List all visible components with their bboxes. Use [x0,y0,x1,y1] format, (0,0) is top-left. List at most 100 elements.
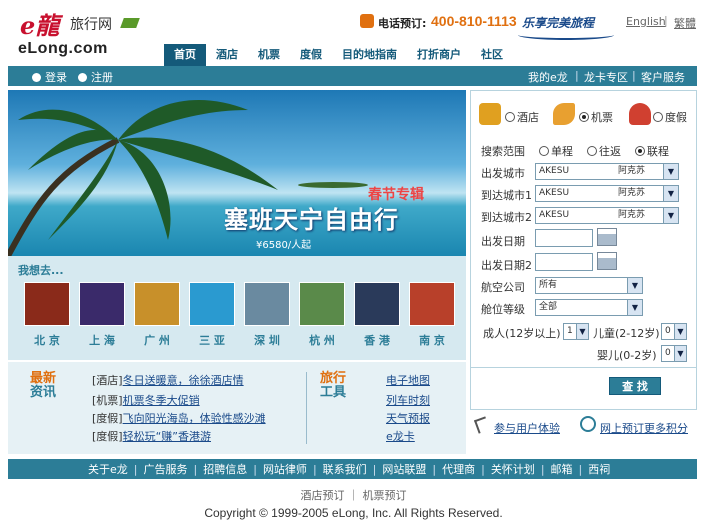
nav-flight[interactable]: 机票 [248,44,290,66]
chevron-down-icon: ▼ [627,278,642,293]
footer-bar: 关于e龙 | 广告服务 | 招聘信息 | 网站律师 | 联系我们 | 网站联盟 | 代理商 | 关怀计划 | 邮… [8,459,697,479]
tab-flight[interactable]: 机票 [579,109,613,125]
footer-divider: | [540,462,545,476]
destination-thumb[interactable] [299,282,345,326]
child-label: 儿童(2-12岁) [593,327,660,340]
search-button[interactable]: 查 找 [609,377,661,395]
register-link[interactable]: 注册 [78,69,113,85]
to-city-1-label: 到达城市1 [481,189,532,202]
service-link[interactable]: 客户服务 [641,69,685,85]
destination-thumb[interactable] [189,282,235,326]
footer-divider: | [193,462,198,476]
logo-glyph[interactable]: e龍 [20,6,59,41]
tool-weather-link[interactable]: 天气预报 [386,410,430,426]
infant-label: 婴儿(0-2岁) [597,349,657,362]
to-city-1-select[interactable]: AKESU 阿克苏 ▼ [535,185,679,202]
plane-icon [553,103,575,125]
nav-discount[interactable]: 打折商户 [407,44,471,66]
calendar-icon[interactable] [597,252,617,270]
footer-divider: | [372,462,377,476]
globe-icon [580,416,596,432]
footer-link[interactable]: 网站联盟 [382,461,426,477]
footer-link[interactable]: 西祠 [588,461,610,477]
destination-label[interactable]: 深 圳 [244,332,290,348]
chevron-down-icon: ▼ [663,208,678,223]
news-item[interactable]: [机票]机票冬季大促销 [92,392,200,408]
destination-label[interactable]: 香 港 [354,332,400,348]
tools-title: 旅行 工具 [320,371,347,400]
footer-link[interactable]: 代理商 [442,461,475,477]
nav-home[interactable]: 首页 [164,44,206,66]
tab-vacation[interactable]: 度假 [653,109,687,125]
destinations-panel: 我想去... 北 京上 海广 州三 亚深 圳杭 州香 港南 京 [8,256,466,360]
destination-thumb[interactable] [24,282,70,326]
destination-thumb[interactable] [354,282,400,326]
cursor-icon [473,416,491,434]
class-label: 舱位等级 [481,303,525,316]
nav-vacation[interactable]: 度假 [290,44,332,66]
umbrella-icon [629,103,651,125]
my-elong-link[interactable]: 我的e龙 [528,69,568,85]
login-link[interactable]: 登录 [32,69,67,85]
opt-return[interactable]: 往返 [587,143,621,159]
banner-price: ¥6580/人起 [256,240,312,251]
destination-thumb[interactable] [134,282,180,326]
news-item[interactable]: [度假]飞向阳光海岛，体验性感沙滩 [92,410,266,426]
vip-link[interactable]: 龙卡专区 [584,69,628,85]
to-city-2-label: 到达城市2 [481,211,532,224]
logo-text-cn[interactable]: 旅行网 [70,14,112,34]
points-link[interactable]: 网上预订更多积分 [600,420,688,436]
footer-link[interactable]: 关于e龙 [88,461,128,477]
destination-label[interactable]: 南 京 [409,332,455,348]
adult-select[interactable]: 1 ▼ [563,323,589,340]
destination-thumb[interactable] [79,282,125,326]
footer-link[interactable]: 招聘信息 [203,461,247,477]
destination-label[interactable]: 广 州 [134,332,180,348]
opt-oneway[interactable]: 单程 [539,143,573,159]
footer-divider: | [253,462,257,476]
slogan-swoosh-icon [518,30,614,40]
promo-banner[interactable]: 春节专辑 塞班天宁自由行 ¥6580/人起 [8,90,466,256]
chevron-down-icon: ▼ [674,346,686,361]
to-city-2-select[interactable]: AKESU 阿克苏 ▼ [535,207,679,224]
nav-hotel[interactable]: 酒店 [206,44,248,66]
news-item[interactable]: [酒店]冬日送暖意，徐徐酒店情 [92,372,244,388]
from-city-select[interactable]: AKESU 阿克苏 ▼ [535,163,679,180]
airline-select[interactable]: 所有 ▼ [535,277,643,294]
destination-thumb[interactable] [409,282,455,326]
tab-hotel[interactable]: 酒店 [505,109,539,125]
footer-sub-links[interactable]: 酒店预订 ｜ 机票预订 [0,487,707,503]
child-select[interactable]: 0 ▼ [661,323,687,340]
class-select[interactable]: 全部 ▼ [535,299,643,316]
experience-link[interactable]: 参与用户体验 [494,420,560,436]
lang-traditional-link[interactable]: 繁體 [674,15,696,31]
destination-thumb[interactable] [244,282,290,326]
slogan-text: 乐享完美旅程 [522,16,595,30]
tool-card-link[interactable]: e龙卡 [386,428,415,444]
news-item[interactable]: [度假]轻松玩“赚”香港游 [92,428,211,444]
destination-label[interactable]: 三 亚 [189,332,235,348]
footer-link[interactable]: 广告服务 [144,461,188,477]
logo-text-en[interactable]: eLong.com [18,40,108,58]
destination-label[interactable]: 上 海 [79,332,125,348]
footer-divider: | [133,462,138,476]
tool-map-link[interactable]: 电子地图 [386,372,430,388]
user-bar: 登录 注册 我的e龙 | 龙卡专区 | 客户服务 [8,66,697,86]
footer-link[interactable]: 邮箱 [551,461,573,477]
footer-link[interactable]: 联系我们 [323,461,367,477]
nav-guide[interactable]: 目的地指南 [332,44,407,66]
footer-link[interactable]: 关怀计划 [491,461,535,477]
lang-english-link[interactable]: English [626,15,666,28]
footer-divider: | [432,462,437,476]
destination-label[interactable]: 杭 州 [299,332,345,348]
infant-select[interactable]: 0 ▼ [661,345,687,362]
calendar-icon[interactable] [597,228,617,246]
nav-community[interactable]: 社区 [471,44,513,66]
tool-train-link[interactable]: 列车时刻 [386,392,430,408]
footer-link[interactable]: 网站律师 [263,461,307,477]
destination-label[interactable]: 北 京 [24,332,70,348]
depart-date-2-input[interactable] [535,253,593,271]
depart-date-input[interactable] [535,229,593,247]
subbar-divider: | [632,69,636,82]
opt-multi[interactable]: 联程 [635,143,669,159]
